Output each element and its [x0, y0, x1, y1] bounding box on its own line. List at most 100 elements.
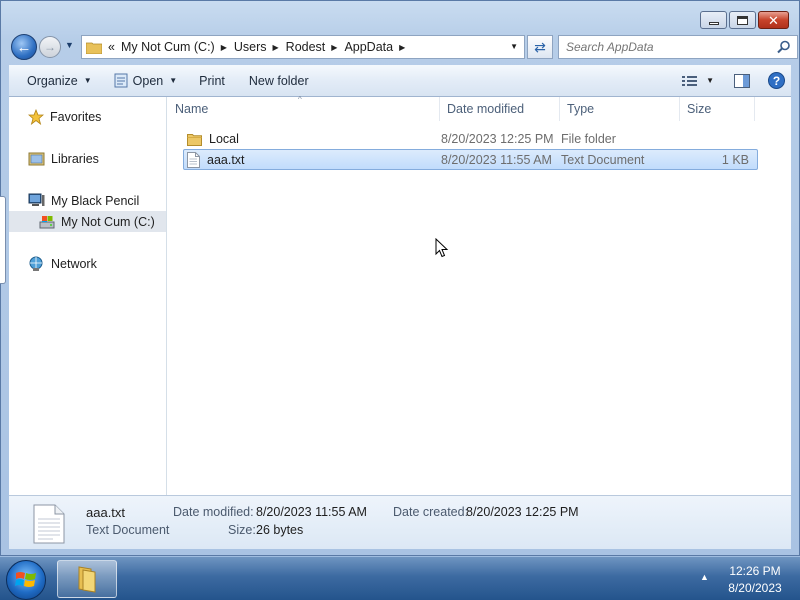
- new-folder-button[interactable]: New folder: [241, 69, 317, 93]
- file-name-cell: aaa.txt: [184, 151, 441, 168]
- details-pane: aaa.txt Text Document Date modified: 8/2…: [9, 495, 791, 549]
- search-box[interactable]: [558, 35, 798, 59]
- new-folder-label: New folder: [248, 73, 309, 88]
- file-row-local[interactable]: Local 8/20/2023 12:25 PM File folder: [183, 128, 758, 149]
- refresh-icon: ⇄: [534, 38, 546, 55]
- nav-item-libraries[interactable]: Libraries: [9, 148, 166, 169]
- text-file-icon: [187, 151, 200, 168]
- file-size: 1 KB: [721, 152, 749, 167]
- nav-item-favorites[interactable]: Favorites: [9, 106, 166, 127]
- view-controls: ▼ ?: [672, 72, 791, 89]
- svg-text:?: ?: [773, 74, 780, 88]
- help-icon: ?: [768, 72, 785, 89]
- maximize-button[interactable]: [729, 11, 756, 29]
- change-view-button[interactable]: ▼: [682, 75, 714, 87]
- breadcrumb-drive[interactable]: My Not Cum (C:): [121, 40, 215, 54]
- breadcrumb-overflow[interactable]: «: [108, 40, 115, 54]
- back-button[interactable]: ←: [11, 34, 37, 60]
- column-header-label: Size: [687, 102, 712, 116]
- taskbar-explorer-button[interactable]: [57, 560, 117, 598]
- side-gadget-tab[interactable]: [0, 196, 6, 284]
- file-list: Local 8/20/2023 12:25 PM File folder aaa…: [183, 128, 758, 170]
- print-label: Print: [199, 73, 225, 88]
- forward-button[interactable]: →: [39, 36, 61, 58]
- computer-icon: [28, 193, 45, 206]
- view-list-icon: [682, 75, 698, 86]
- file-type: File folder: [561, 131, 616, 146]
- file-name: aaa.txt: [207, 152, 245, 167]
- taskbar: ▲ 12:26 PM 8/20/2023: [0, 556, 800, 600]
- print-button[interactable]: Print: [191, 69, 233, 93]
- folder-icon: [78, 566, 96, 593]
- chevron-down-icon: ▼: [706, 76, 714, 85]
- network-icon: [29, 256, 43, 271]
- explorer-window: ✕ ← → ▼ « My Not Cum (C:) ▶ Users ▶ Rode…: [0, 0, 800, 556]
- column-header-name[interactable]: ^ Name: [168, 95, 440, 121]
- help-button[interactable]: ?: [768, 72, 785, 89]
- details-file-name: aaa.txt: [86, 505, 126, 520]
- close-button[interactable]: ✕: [758, 11, 789, 29]
- column-header-label: Date modified: [447, 102, 525, 116]
- organize-label: Organize: [27, 73, 78, 88]
- column-header-size[interactable]: Size: [680, 97, 755, 121]
- breadcrumb-users[interactable]: Users: [234, 40, 267, 54]
- folder-icon: [86, 42, 102, 54]
- file-row-aaa-txt[interactable]: aaa.txt 8/20/2023 11:55 AM Text Document…: [183, 149, 758, 170]
- chevron-down-icon: ▼: [169, 76, 178, 85]
- file-list-pane: ^ Name Date modified Type Size Local 8/2…: [168, 95, 791, 495]
- breadcrumb-separator-icon[interactable]: ▶: [273, 43, 279, 52]
- refresh-button[interactable]: ⇄: [527, 35, 553, 59]
- chevron-down-icon: ▼: [65, 40, 74, 50]
- nav-item-label: My Not Cum (C:): [61, 214, 155, 229]
- breadcrumb-separator-icon[interactable]: ▶: [399, 43, 405, 52]
- folder-icon: [187, 133, 202, 146]
- open-button[interactable]: Open ▼: [106, 69, 186, 93]
- windows-logo-icon: [15, 572, 36, 587]
- breadcrumb-separator-icon[interactable]: ▶: [221, 43, 227, 52]
- show-hidden-icons-icon[interactable]: ▲: [700, 572, 709, 582]
- minimize-button[interactable]: [700, 11, 727, 29]
- column-header-date[interactable]: Date modified: [440, 97, 560, 121]
- breadcrumb-separator-icon[interactable]: ▶: [331, 43, 337, 52]
- notepad-icon: [114, 73, 128, 88]
- sort-ascending-icon: ^: [298, 95, 302, 104]
- open-label: Open: [132, 73, 164, 88]
- back-arrow-icon: ←: [16, 38, 32, 56]
- organize-button[interactable]: Organize ▼: [19, 69, 100, 93]
- preview-pane-button[interactable]: [734, 73, 750, 88]
- libraries-icon: [28, 152, 45, 166]
- nav-item-label: Favorites: [50, 109, 102, 124]
- file-date: 8/20/2023 11:55 AM: [441, 152, 552, 167]
- content-area: Favorites Libraries My Black Pencil My N…: [9, 95, 791, 495]
- search-icon: [777, 40, 790, 54]
- start-button[interactable]: [6, 560, 46, 600]
- nav-item-label: Network: [51, 256, 97, 271]
- caption-buttons: ✕: [698, 11, 789, 29]
- address-bar[interactable]: « My Not Cum (C:) ▶ Users ▶ Rodest ▶ App…: [81, 35, 525, 59]
- search-input[interactable]: [566, 40, 766, 54]
- file-type: Text Document: [561, 152, 645, 167]
- details-size-value: 26 bytes: [256, 523, 304, 537]
- star-icon: [28, 108, 44, 125]
- nav-item-computer[interactable]: My Black Pencil: [9, 190, 166, 211]
- breadcrumb-appdata[interactable]: AppData: [344, 40, 393, 54]
- forward-arrow-icon: →: [44, 40, 56, 54]
- recent-pages-button[interactable]: ▼: [65, 40, 74, 50]
- hard-drive-icon: [39, 216, 55, 229]
- close-icon: ✕: [768, 12, 779, 28]
- breadcrumb-user[interactable]: Rodest: [286, 40, 326, 54]
- chevron-down-icon: ▼: [83, 76, 92, 85]
- mouse-cursor-icon: [435, 238, 449, 258]
- minimize-icon: [708, 21, 719, 25]
- file-name: Local: [209, 131, 239, 146]
- column-header-row: ^ Name Date modified Type Size: [168, 95, 791, 121]
- nav-item-drive-c[interactable]: My Not Cum (C:): [9, 211, 166, 232]
- column-header-type[interactable]: Type: [560, 97, 680, 121]
- address-history-dropdown-icon[interactable]: ▼: [510, 42, 518, 51]
- details-size-label: Size:: [228, 523, 256, 537]
- command-bar: Organize ▼ Open ▼ Print New folder ▼ ?: [9, 65, 791, 97]
- details-modified-label: Date modified:: [173, 505, 254, 519]
- nav-item-network[interactable]: Network: [9, 253, 166, 274]
- clock[interactable]: 12:26 PM 8/20/2023: [718, 563, 792, 597]
- navigation-pane: Favorites Libraries My Black Pencil My N…: [9, 97, 167, 495]
